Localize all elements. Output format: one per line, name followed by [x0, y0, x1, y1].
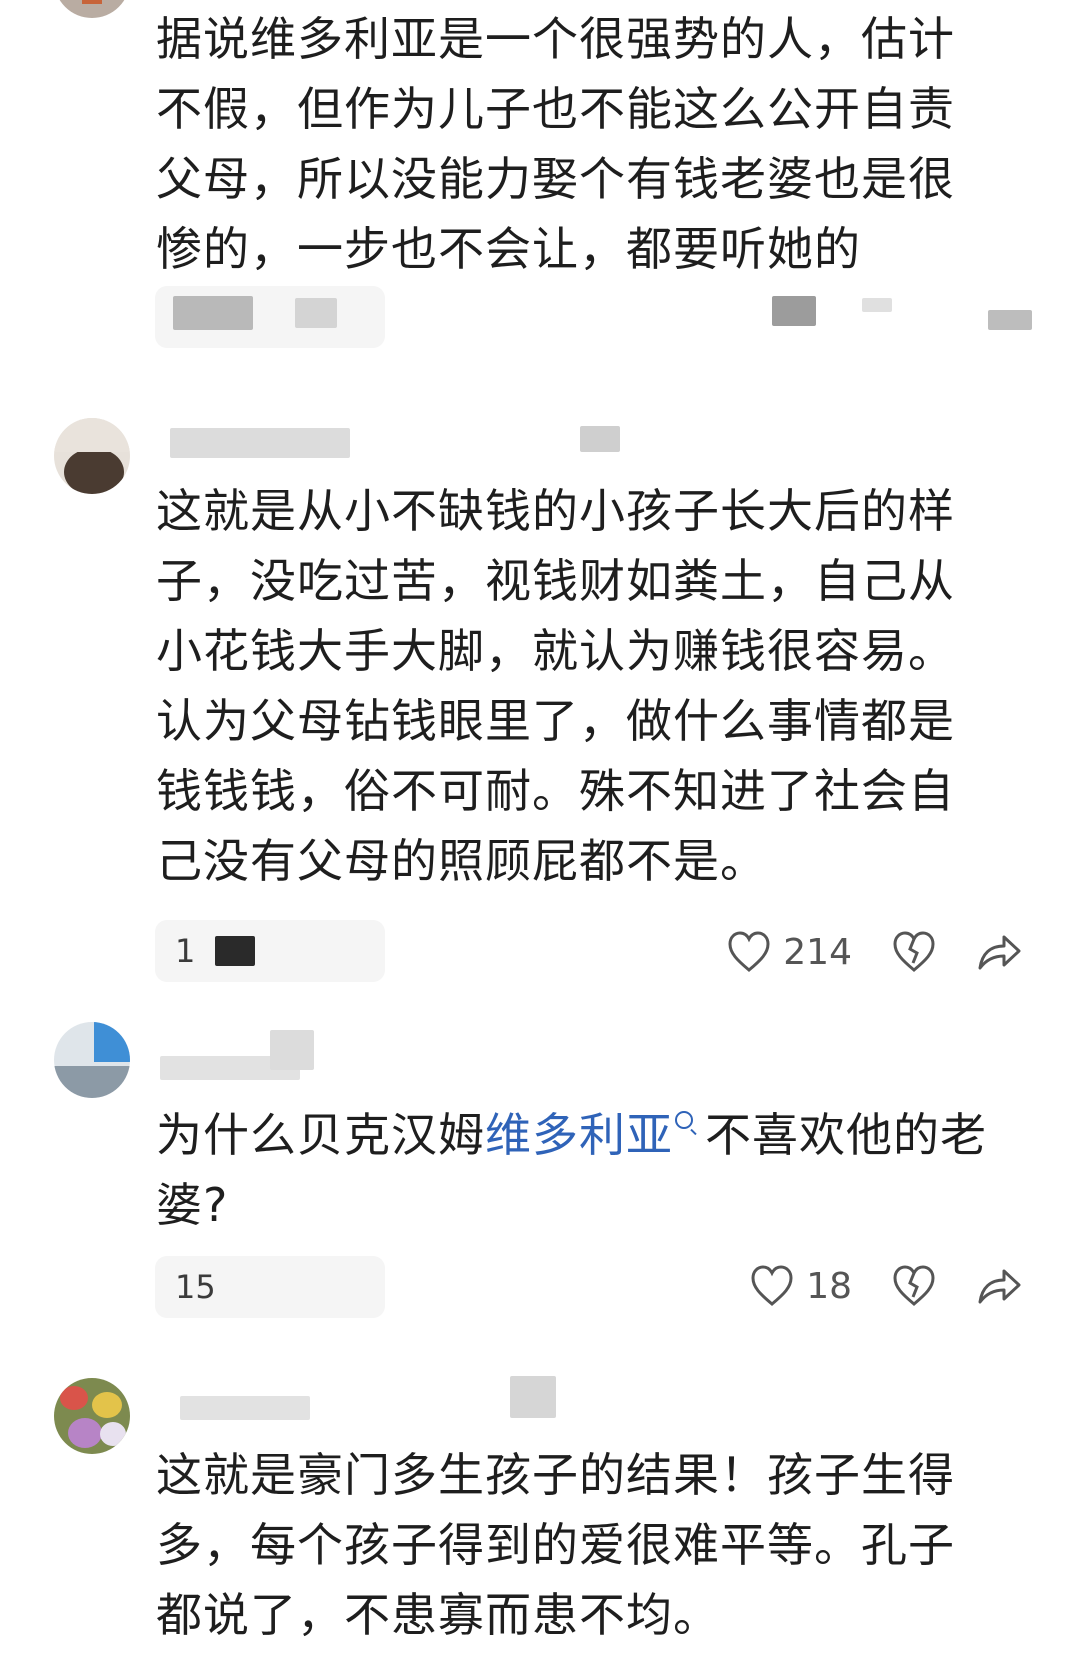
redaction-block — [862, 298, 892, 312]
text-before-link: 为什么贝克汉姆 — [156, 1108, 485, 1162]
comment-actions: 18 — [750, 1256, 1022, 1316]
like-count: 18 — [806, 1265, 852, 1307]
redaction-block — [215, 936, 255, 966]
broken-heart-icon[interactable] — [892, 1265, 936, 1307]
like-button[interactable]: 18 — [750, 1265, 852, 1307]
heart-outline-icon — [728, 931, 770, 972]
reply-pill[interactable]: 15 — [155, 1256, 385, 1318]
comment-text: 为什么贝克汉姆维多利亚 不喜欢他的老婆? — [156, 1100, 996, 1240]
reply-pill[interactable]: 1 — [155, 920, 385, 982]
redaction-block — [580, 426, 620, 452]
redaction-block — [270, 1030, 314, 1070]
reply-count: 15 — [175, 1268, 216, 1306]
search-icon[interactable] — [675, 1111, 693, 1129]
avatar[interactable] — [54, 1022, 130, 1098]
author-meta — [160, 426, 630, 458]
redaction-block — [170, 428, 350, 458]
like-count: 214 — [783, 931, 852, 973]
redaction-block — [180, 1396, 310, 1420]
redaction-block — [173, 296, 253, 330]
comment-text: 这就是豪门多生孩子的结果！孩子生得多，每个孩子得到的爱很难平等。孔子都说了，不患… — [156, 1448, 955, 1642]
avatar[interactable] — [54, 0, 130, 18]
author-meta — [160, 1376, 580, 1422]
comment-text: 这就是从小不缺钱的小孩子长大后的样子，没吃过苦，视钱财如粪土，自己从小花钱大手大… — [156, 484, 955, 888]
like-button[interactable]: 214 — [727, 931, 852, 973]
redaction-block — [510, 1376, 556, 1418]
redaction-block — [988, 310, 1032, 330]
share-arrow-icon[interactable] — [976, 1266, 1022, 1306]
redaction-block — [295, 298, 337, 328]
redaction-block — [772, 296, 816, 326]
author-meta — [160, 1030, 600, 1082]
share-arrow-icon[interactable] — [976, 932, 1022, 972]
heart-outline-icon — [751, 1265, 793, 1306]
avatar[interactable] — [54, 1378, 130, 1454]
comment-text: 据说维多利亚是一个很强势的人，估计不假，但作为儿子也不能这么公开自责父母，所以没… — [156, 12, 955, 276]
reply-pill[interactable] — [155, 286, 385, 348]
broken-heart-icon[interactable] — [892, 931, 936, 973]
comment-actions: 214 — [727, 922, 1022, 982]
search-link[interactable]: 维多利亚 — [485, 1108, 673, 1162]
avatar[interactable] — [54, 418, 130, 494]
reply-count: 1 — [175, 932, 196, 970]
